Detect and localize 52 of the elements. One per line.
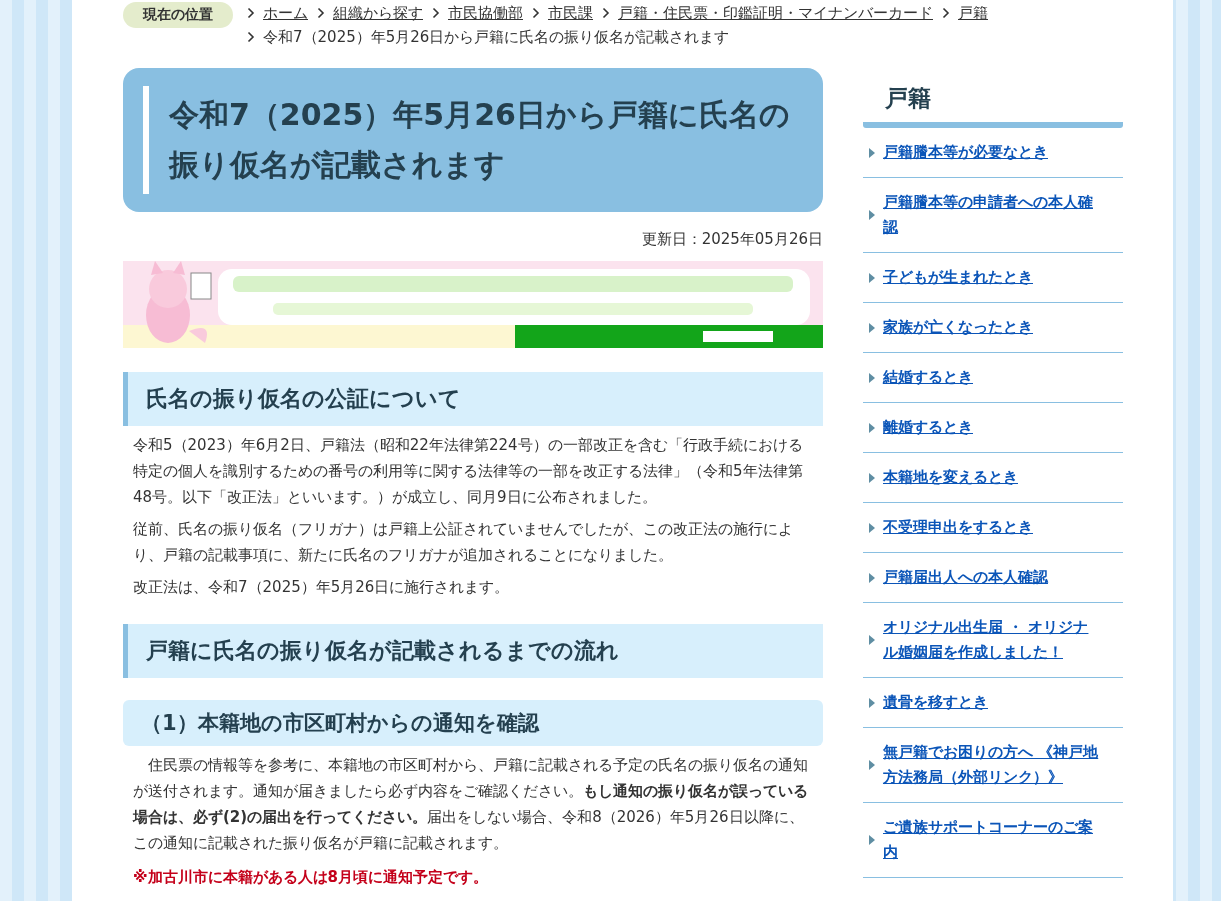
breadcrumb-link[interactable]: 組織から探す [333, 2, 423, 24]
triangle-icon [869, 760, 875, 770]
triangle-icon [869, 697, 875, 708]
sidebar-link[interactable]: オリジナル出生届 ・ オリジナル婚姻届を作成しました！ [883, 615, 1103, 665]
sidebar-link[interactable]: 本籍地を変えるとき [883, 465, 1103, 490]
chevron-icon [942, 7, 950, 19]
breadcrumb-link[interactable]: ホーム [263, 2, 308, 24]
subsection-heading: （1）本籍地の市区町村からの通知を確認 [123, 700, 823, 746]
sidebar-link[interactable]: 家族が亡くなったとき [883, 315, 1103, 340]
breadcrumb-link[interactable]: 戸籍 [958, 2, 988, 24]
page-title: 令和7（2025）年5月26日から戸籍に氏名の振り仮名が記載されます [143, 86, 799, 194]
sidebar-link[interactable]: 遺骨を移すとき [883, 690, 1103, 715]
triangle-icon [869, 422, 875, 433]
breadcrumb-link[interactable]: 戸籍・住民票・印鑑証明・マイナンバーカード [618, 2, 933, 24]
triangle-icon [869, 572, 875, 583]
location-label: 現在の位置 [123, 2, 233, 28]
paragraph: 改正法は、令和7（2025）年5月26日に施行されます。 [133, 577, 511, 598]
update-date: 更新日：2025年05月26日 [640, 230, 823, 249]
triangle-icon [869, 372, 875, 383]
chevron-icon [247, 31, 255, 43]
sidebar-link[interactable]: 戸籍謄本等が必要なとき [883, 140, 1103, 165]
sidebar-link[interactable]: 子どもが生まれたとき [883, 265, 1103, 290]
section-heading: 戸籍に氏名の振り仮名が記載されるまでの流れ [123, 624, 823, 678]
chevron-icon [602, 7, 610, 19]
sidebar-link[interactable]: ご遺族サポートコーナーのご案内 [883, 815, 1103, 865]
paragraph: 令和5（2023）年6月2日、戸籍法（昭和22年法律第224号）の一部改正を含む「行政手続における特定の個人を識別するための番号の利用等に関する法律等の一部を改正する法律」（令和5年法律第48号。以下「改正法」といいます。）が成立し、同月9日に公布されました。 [133, 435, 804, 508]
sidebar-link[interactable]: 無戸籍でお困りの方へ 《神戸地方法務局（外部リンク）》 [883, 740, 1103, 790]
notice-text: ※加古川市に本籍がある人は8月頃に通知予定です。 [133, 867, 490, 888]
paragraph: 従前、氏名の振り仮名（フリガナ）は戸籍上公証されていませんでしたが、この改正法の施行により、戸籍の記載事項に、新たに氏名のフリガナが追加されることになりました。 [133, 519, 794, 566]
chevron-icon [247, 7, 255, 19]
triangle-icon [869, 210, 875, 220]
sidebar-title: 戸籍 [885, 84, 932, 113]
chevron-icon [432, 7, 440, 19]
triangle-icon [869, 322, 875, 333]
sidebar-link[interactable]: 戸籍届出人への本人確認 [883, 565, 1103, 590]
sidebar-link[interactable]: 不受理申出をするとき [883, 515, 1103, 540]
section-heading: 氏名の振り仮名の公証について [123, 372, 823, 426]
triangle-icon [869, 835, 875, 845]
triangle-icon [869, 272, 875, 283]
breadcrumb-link[interactable]: 市民課 [548, 2, 593, 24]
triangle-icon [869, 147, 875, 158]
triangle-icon [869, 635, 875, 645]
triangle-icon [869, 472, 875, 483]
breadcrumb-current: 令和7（2025）年5月26日から戸籍に氏名の振り仮名が記載されます [263, 27, 730, 48]
sidebar-link[interactable]: 離婚するとき [883, 415, 1103, 440]
chevron-icon [317, 7, 325, 19]
chevron-icon [532, 7, 540, 19]
paragraph: 住民票の情報等を参考に、本籍地の市区町村から、戸籍に記載される予定の氏名の振り仮名の通知が送付されます。通知が届きましたら必ず内容をご確認ください。もし通知の振り仮名が誤っている場合は、必ず(2)の届出を行ってください。届出をしない場合、令和8（2026）年5月26日以降に、この通知に記載された振り仮名が戸籍に記載されます。 [133, 755, 809, 854]
sidebar-link[interactable]: 戸籍謄本等の申請者への本人確認 [883, 190, 1103, 240]
triangle-icon [869, 522, 875, 533]
sidebar-link[interactable]: 結婚するとき [883, 365, 1103, 390]
breadcrumb-link[interactable]: 市民協働部 [448, 2, 523, 24]
